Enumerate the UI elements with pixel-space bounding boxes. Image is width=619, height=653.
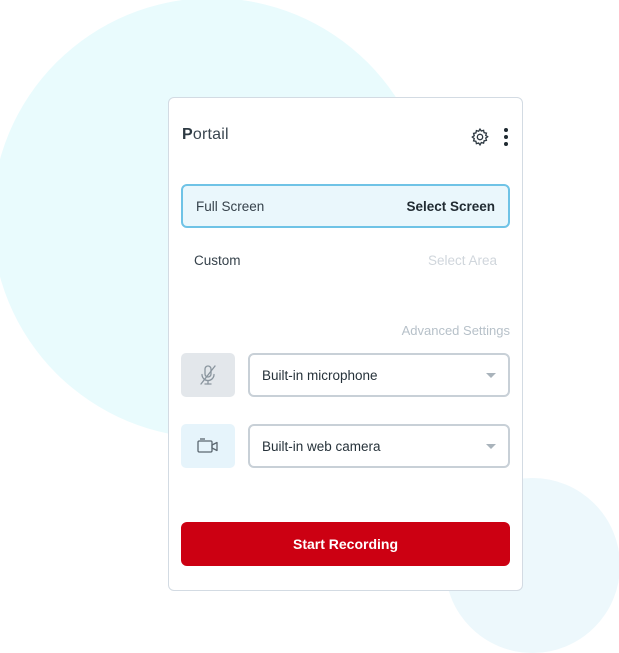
gear-icon[interactable] xyxy=(470,127,490,147)
camera-row: Built-in web camera xyxy=(181,424,510,468)
camera-icon xyxy=(197,438,218,453)
chevron-down-icon xyxy=(486,373,496,378)
microphone-muted-icon xyxy=(200,365,216,385)
chevron-down-icon xyxy=(486,444,496,449)
advanced-settings-link[interactable]: Advanced Settings xyxy=(402,323,510,338)
option-label: Full Screen xyxy=(196,198,265,214)
more-vertical-icon[interactable] xyxy=(502,127,510,147)
camera-select[interactable]: Built-in web camera xyxy=(248,424,510,468)
capture-option-custom[interactable]: Custom Select Area xyxy=(181,238,510,282)
recorder-panel: Portail Full Screen Select Screen Custom… xyxy=(168,97,523,591)
app-title: Portail xyxy=(182,126,229,143)
camera-toggle-button[interactable] xyxy=(181,424,235,468)
select-screen-button[interactable]: Select Screen xyxy=(406,199,495,214)
select-area-button[interactable]: Select Area xyxy=(428,253,497,268)
panel-header: Portail xyxy=(182,126,510,148)
capture-option-full-screen[interactable]: Full Screen Select Screen xyxy=(181,184,510,228)
microphone-row: Built-in microphone xyxy=(181,353,510,397)
microphone-select[interactable]: Built-in microphone xyxy=(248,353,510,397)
microphone-select-value: Built-in microphone xyxy=(262,367,378,383)
microphone-toggle-button[interactable] xyxy=(181,353,235,397)
camera-select-value: Built-in web camera xyxy=(262,438,381,454)
start-recording-button[interactable]: Start Recording xyxy=(181,522,510,566)
option-label: Custom xyxy=(194,252,241,268)
